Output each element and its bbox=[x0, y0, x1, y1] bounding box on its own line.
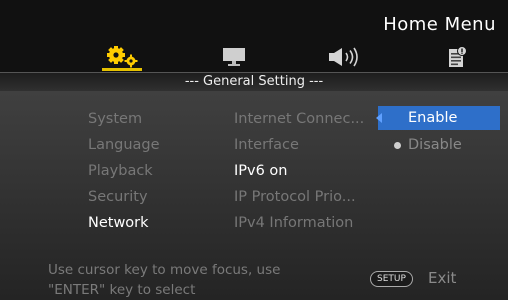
category-item-network[interactable]: Network bbox=[88, 210, 160, 236]
help-line-1: Use cursor key to move focus, use bbox=[48, 262, 281, 278]
chevron-left-icon bbox=[376, 113, 382, 123]
setting-list: Internet Connec... Interface IPv6 on IP … bbox=[234, 106, 364, 236]
category-item-playback[interactable]: Playback bbox=[88, 158, 160, 184]
speaker-icon bbox=[329, 47, 358, 67]
option-list: Enable Disable bbox=[376, 106, 500, 157]
setting-item-internet-connection[interactable]: Internet Connec... bbox=[234, 106, 364, 132]
option-enable[interactable]: Enable bbox=[376, 106, 500, 130]
selected-tab-indicator bbox=[102, 68, 142, 71]
option-disable-label: Disable bbox=[408, 137, 462, 153]
tab-info[interactable] bbox=[442, 44, 472, 70]
settings-panel: System Language Playback Security Networ… bbox=[0, 91, 508, 300]
tab-audio[interactable] bbox=[322, 44, 366, 70]
help-text: Use cursor key to move focus, use "ENTER… bbox=[48, 260, 348, 300]
gear-icon bbox=[107, 46, 138, 68]
section-title: --- General Setting --- bbox=[0, 72, 508, 91]
home-menu-screen: Home Menu --- General Setting --- System… bbox=[0, 0, 508, 300]
radio-dot-icon bbox=[394, 142, 401, 149]
info-document-icon bbox=[449, 46, 467, 67]
header: Home Menu bbox=[0, 0, 508, 72]
exit-label[interactable]: Exit bbox=[428, 267, 456, 289]
setting-item-interface[interactable]: Interface bbox=[234, 132, 364, 158]
category-list: System Language Playback Security Networ… bbox=[88, 106, 160, 236]
setting-item-ipv6[interactable]: IPv6 on bbox=[234, 158, 364, 184]
setting-item-ip-protocol-priority[interactable]: IP Protocol Prio... bbox=[234, 184, 364, 210]
category-item-security[interactable]: Security bbox=[88, 184, 160, 210]
option-disable[interactable]: Disable bbox=[378, 133, 500, 157]
menu-title: Home Menu bbox=[383, 14, 496, 35]
category-item-language[interactable]: Language bbox=[88, 132, 160, 158]
help-line-2: "ENTER" key to select bbox=[48, 282, 196, 298]
tab-general-setting[interactable] bbox=[96, 44, 148, 71]
tab-display[interactable] bbox=[214, 44, 254, 70]
category-item-system[interactable]: System bbox=[88, 106, 160, 132]
setup-button-badge: SETUP bbox=[370, 271, 413, 287]
setting-item-ipv4-information[interactable]: IPv4 Information bbox=[234, 210, 364, 236]
option-enable-label: Enable bbox=[408, 110, 458, 126]
monitor-icon bbox=[223, 48, 245, 66]
